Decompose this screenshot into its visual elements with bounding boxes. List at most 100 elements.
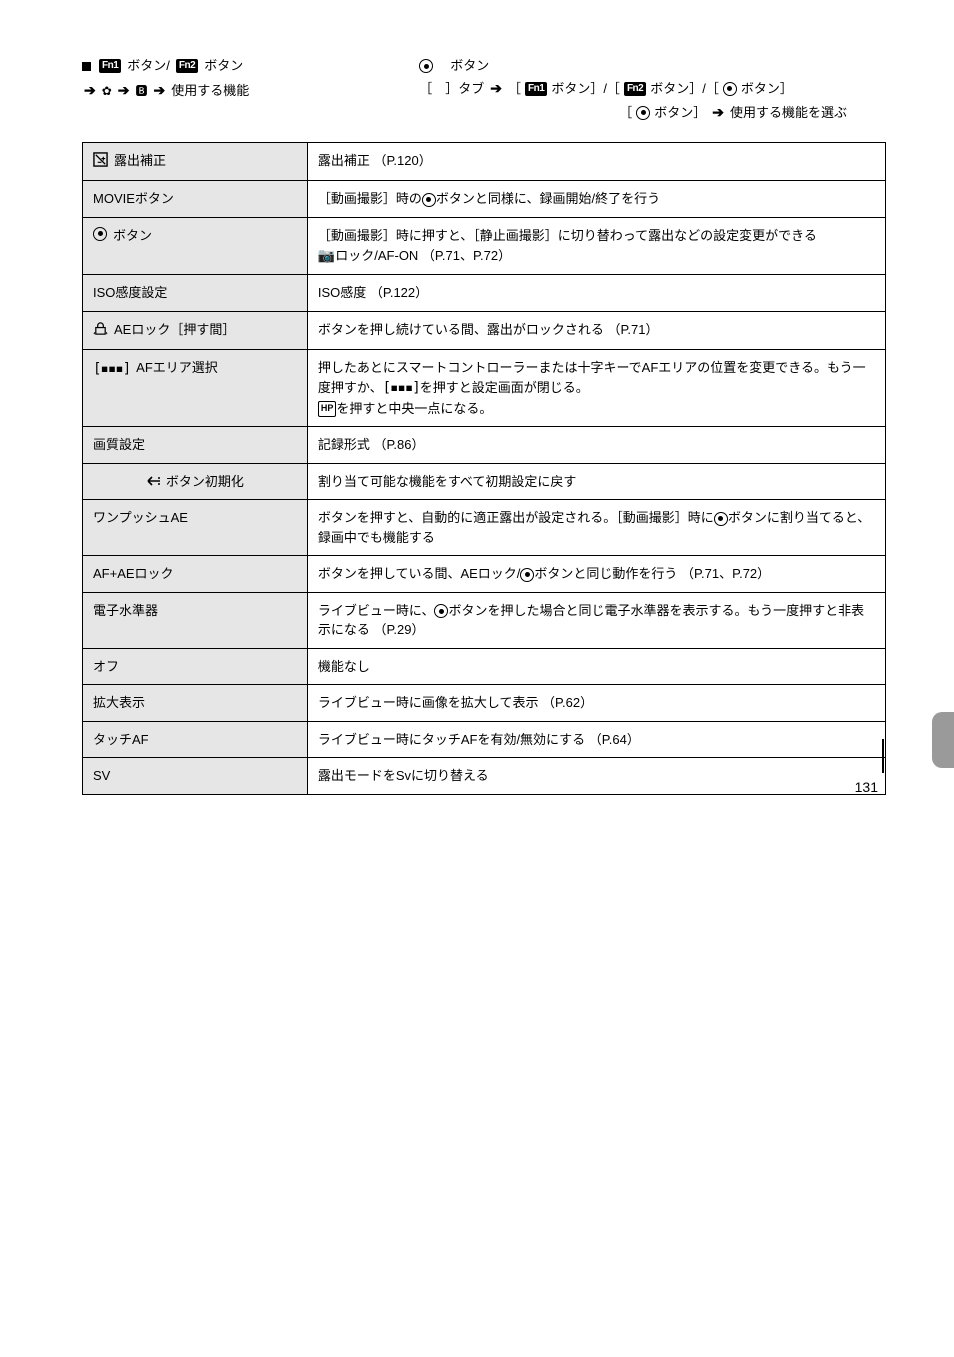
intro-heading: Fn1 ボタン/ Fn2 ボタン [82,56,339,76]
target-icon [434,604,448,618]
row-label: AEロック［押す間］ [83,311,308,350]
row-label: タッチAF [83,721,308,758]
row-label: 拡大表示 [83,685,308,722]
table-row: ボタン初期化 割り当て可能な機能をすべて初期設定に戻す [83,463,886,500]
row-desc: ライブビュー時に、ボタンを押した場合と同じ電子水準器を表示する。もう一度押すと非… [307,592,885,648]
camera-icon: 📷 [318,247,335,263]
row-desc: ボタンを押している間、AEロック/ボタンと同じ動作を行う （P.71、P.72） [307,556,885,593]
table-row: SV 露出モードをSvに切り替える [83,758,886,795]
table-row: 画質設定 記録形式 （P.86） [83,427,886,464]
fn2-icon: Fn2 [624,82,646,96]
row-desc: ［動画撮影］時のボタンと同様に、録画開始/終了を行う [307,181,885,218]
row-label: オフ [83,648,308,685]
row-label-text: AEロック［押す間］ [114,320,235,340]
row-label-text: ボタン初期化 [166,472,244,492]
arrow-icon: ➔ [154,80,166,102]
row-desc: 露出補正 （P.120） [307,142,885,181]
table-row: 露出補正 露出補正 （P.120） [83,142,886,181]
intro-btn-text: ボタン [204,56,243,76]
arrow-icon: ➔ [118,80,130,102]
intro-right-line1: ボタン [419,56,861,76]
row-label-text: 露出補正 [114,151,166,171]
row-desc: 機能なし [307,648,885,685]
side-thumb-tab [932,712,954,768]
row-label-text: SV [93,768,110,783]
intro-func-text: 使用する機能を選ぶ [730,103,847,123]
table-row: オフ 機能なし [83,648,886,685]
intro-right-line2: ［ ］タブ ➔ ［ Fn1 ボタン］/［ Fn2 ボタン］/［ ボタン］ [419,78,861,100]
table-row: MOVIEボタン ［動画撮影］時のボタンと同様に、録画開始/終了を行う [83,181,886,218]
bullet-square-icon [82,62,91,71]
row-label: ワンプッシュAE [83,500,308,556]
intro-slash: ボタン/ [127,56,170,76]
footer-divider [882,739,884,773]
table-row: ISO感度設定 ISO感度 （P.122） [83,275,886,312]
row-label: 電子水準器 [83,592,308,648]
table-row: AF+AEロック ボタンを押している間、AEロック/ボタンと同じ動作を行う （P… [83,556,886,593]
row-label: SV [83,758,308,795]
row-label-text: MOVIEボタン [93,191,174,206]
hp-icon: HP [318,401,337,417]
row-label-text: ボタン [113,226,152,246]
row-label-text: ワンプッシュAE [93,510,188,525]
target-icon [636,106,650,120]
function-table: 露出補正 露出補正 （P.120） MOVIEボタン ［動画撮影］時のボタンと同… [82,142,886,795]
row-label-text: 電子水準器 [93,603,158,618]
row-label: MOVIEボタン [83,181,308,218]
row-label: AF+AEロック [83,556,308,593]
table-row: AEロック［押す間］ ボタンを押し続けている間、露出がロックされる （P.71） [83,311,886,350]
fn2-icon: Fn2 [176,59,198,73]
row-label-text: AFエリア選択 [136,358,218,378]
row-label: ISO感度設定 [83,275,308,312]
arrow-icon: ➔ [712,102,724,124]
target-icon [419,59,433,73]
intro-bracket: ［ [619,103,632,123]
af-area-icon: [▪▪▪] [93,359,130,380]
row-desc: ライブビュー時にタッチAFを有効/無効にする （P.64） [307,721,885,758]
intro-btn-text: ボタン］ [654,103,706,123]
row-label: [▪▪▪] AFエリア選択 [83,350,308,427]
table-row: タッチAF ライブビュー時にタッチAFを有効/無効にする （P.64） [83,721,886,758]
row-desc: ボタンを押すと、自動的に適正露出が設定される。［動画撮影］時にボタンに割り当てる… [307,500,885,556]
intro-btn-text: ボタン］/［ [551,79,620,99]
target-icon [93,227,107,241]
intro-block: Fn1 ボタン/ Fn2 ボタン ➔ ✿ ➔ 🅱 ➔ 使用する機能 ボタン ［ … [82,56,886,124]
row-desc: 押したあとにスマートコントローラーまたは十字キーでAFエリアの位置を変更できる。… [307,350,885,427]
table-row: 拡大表示 ライブビュー時に画像を拡大して表示 （P.62） [83,685,886,722]
row-desc: ［動画撮影］時に押すと、［静止画撮影］に切り替わって露出などの設定変更ができる … [307,217,885,275]
row-desc: ライブビュー時に画像を拡大して表示 （P.62） [307,685,885,722]
row-desc: 割り当て可能な機能をすべて初期設定に戻す [307,463,885,500]
row-desc: ボタンを押し続けている間、露出がロックされる （P.71） [307,311,885,350]
intro-bracket: ［ [508,79,521,99]
table-row: [▪▪▪] AFエリア選択 押したあとにスマートコントローラーまたは十字キーでA… [83,350,886,427]
row-label-text: 画質設定 [93,437,145,452]
row-label-text: ISO感度設定 [93,285,167,300]
row-desc: 露出モードをSvに切り替える [307,758,885,795]
button-map-icon: 🅱 [136,82,148,101]
row-label-text: タッチAF [93,732,149,747]
table-row: ボタン ［動画撮影］時に押すと、［静止画撮影］に切り替わって露出などの設定変更が… [83,217,886,275]
intro-seq-text: 使用する機能 [171,81,249,101]
row-label: 露出補正 [83,142,308,181]
row-label-text: AF+AEロック [93,566,174,581]
intro-left: Fn1 ボタン/ Fn2 ボタン ➔ ✿ ➔ 🅱 ➔ 使用する機能 [82,56,339,124]
row-label: ボタン初期化 [83,463,308,500]
row-desc: ISO感度 （P.122） [307,275,885,312]
exposure-comp-icon [93,152,108,173]
intro-sequence: ➔ ✿ ➔ 🅱 ➔ 使用する機能 [82,80,339,102]
arrow-icon: ➔ [490,78,502,100]
intro-tab-text: ［ ］タブ [419,79,484,99]
intro-btn-text: ボタン］/［ [650,79,719,99]
target-icon [422,193,436,207]
page-number: 131 [855,779,878,795]
intro-right-line3: ［ ボタン］ ➔ 使用する機能を選ぶ [419,102,861,124]
row-label: ボタン [83,217,308,275]
table-row: 電子水準器 ライブビュー時に、ボタンを押した場合と同じ電子水準器を表示する。もう… [83,592,886,648]
af-area-icon: [▪▪▪] [383,378,420,399]
reset-arrow-icon [146,475,162,487]
table-row: ワンプッシュAE ボタンを押すと、自動的に適正露出が設定される。［動画撮影］時に… [83,500,886,556]
target-icon [723,82,737,96]
row-desc: 記録形式 （P.86） [307,427,885,464]
row-label: 画質設定 [83,427,308,464]
row-label-text: 拡大表示 [93,695,145,710]
